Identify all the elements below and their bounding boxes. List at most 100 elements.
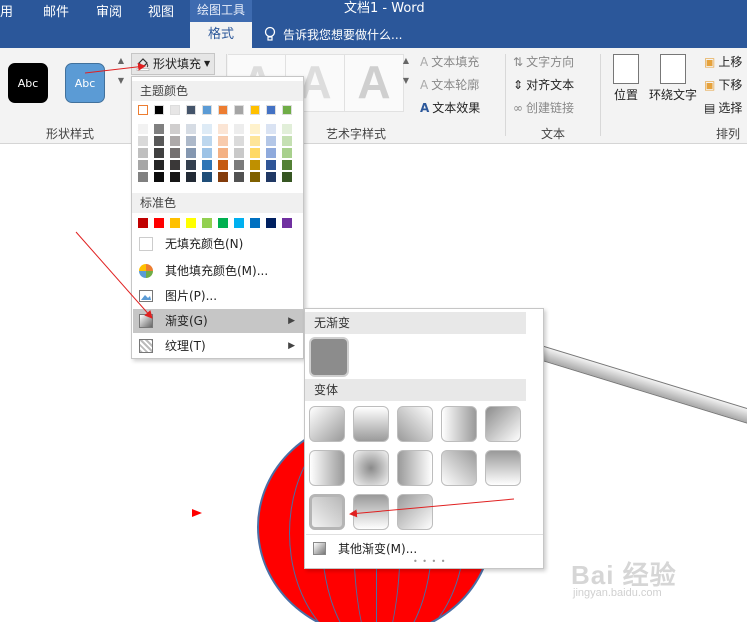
align-text-button[interactable]: ⇕ 对齐文本	[513, 75, 574, 95]
tint-swatch[interactable]	[282, 172, 292, 182]
tint-swatch[interactable]	[170, 136, 180, 146]
tab-format[interactable]: 格式	[190, 22, 252, 48]
tint-swatch[interactable]	[266, 136, 276, 146]
wordart-scroll-down[interactable]: ▼	[400, 76, 412, 92]
tint-swatch[interactable]	[218, 124, 228, 134]
tint-swatch[interactable]	[154, 160, 164, 170]
tint-swatch[interactable]	[266, 148, 276, 158]
resize-grip-icon[interactable]: • • • •	[413, 557, 447, 566]
gradient-variant[interactable]	[353, 406, 389, 442]
tint-swatch[interactable]	[218, 172, 228, 182]
tab-review[interactable]: 审阅	[96, 0, 122, 26]
standard-color-swatch[interactable]	[266, 218, 276, 228]
tint-swatch[interactable]	[282, 160, 292, 170]
theme-color-swatch[interactable]	[186, 105, 196, 115]
shape-style-black[interactable]: Abc	[8, 63, 48, 103]
gradient-variant[interactable]	[441, 406, 477, 442]
bring-forward-button[interactable]: ▣ 上移	[704, 52, 742, 72]
text-fill-button[interactable]: A 文本填充	[420, 52, 479, 72]
tint-swatch[interactable]	[170, 124, 180, 134]
tint-swatch[interactable]	[218, 136, 228, 146]
tint-swatch[interactable]	[186, 172, 196, 182]
tint-swatch[interactable]	[154, 124, 164, 134]
tint-swatch[interactable]	[202, 136, 212, 146]
tint-swatch[interactable]	[282, 148, 292, 158]
tint-swatch[interactable]	[282, 136, 292, 146]
more-gradients-item[interactable]: 其他渐变(M)...	[306, 539, 543, 559]
tint-swatch[interactable]	[186, 160, 196, 170]
tint-swatch[interactable]	[250, 148, 260, 158]
tint-swatch[interactable]	[154, 136, 164, 146]
no-fill-item[interactable]: 无填充颜色(N)	[133, 232, 303, 256]
tint-swatch[interactable]	[138, 136, 148, 146]
standard-color-swatch[interactable]	[218, 218, 228, 228]
theme-color-swatch[interactable]	[154, 105, 164, 115]
shape-fill-button[interactable]: 形状填充 ▼	[131, 53, 216, 75]
selection-pane-button[interactable]: ▤ 选择	[704, 98, 742, 118]
standard-color-swatch[interactable]	[138, 218, 148, 228]
tint-swatch[interactable]	[250, 160, 260, 170]
create-link-button[interactable]: ∞ 创建链接	[513, 98, 574, 118]
tint-swatch[interactable]	[266, 172, 276, 182]
tint-swatch[interactable]	[138, 172, 148, 182]
tint-swatch[interactable]	[186, 136, 196, 146]
tint-swatch[interactable]	[266, 160, 276, 170]
tint-swatch[interactable]	[154, 148, 164, 158]
tell-me-search[interactable]: 告诉我您想要做什么...	[283, 22, 402, 48]
send-backward-button[interactable]: ▣ 下移	[704, 75, 742, 95]
gradient-variant[interactable]	[309, 450, 345, 486]
tint-swatch[interactable]	[234, 136, 244, 146]
theme-color-swatch[interactable]	[138, 105, 148, 115]
text-direction-button[interactable]: ⇅ 文字方向	[513, 52, 574, 72]
tint-swatch[interactable]	[234, 148, 244, 158]
tint-swatch[interactable]	[250, 124, 260, 134]
no-gradient-option[interactable]	[309, 337, 349, 377]
gradient-variant[interactable]	[353, 450, 389, 486]
tint-swatch[interactable]	[170, 160, 180, 170]
styles-scroll-up[interactable]: ▲	[115, 56, 127, 72]
shape-style-blue[interactable]: Abc	[65, 63, 105, 103]
theme-color-swatch[interactable]	[250, 105, 260, 115]
gradient-variant[interactable]	[397, 494, 433, 530]
texture-fill-item[interactable]: 纹理(T) ▶	[133, 334, 303, 358]
theme-color-swatch[interactable]	[266, 105, 276, 115]
tint-swatch[interactable]	[202, 160, 212, 170]
theme-color-swatch[interactable]	[218, 105, 228, 115]
more-fill-colors-item[interactable]: 其他填充颜色(M)...	[133, 259, 303, 283]
tab-view[interactable]: 视图	[148, 0, 174, 26]
standard-color-swatch[interactable]	[186, 218, 196, 228]
tint-swatch[interactable]	[218, 148, 228, 158]
theme-color-swatch[interactable]	[202, 105, 212, 115]
tint-swatch[interactable]	[202, 124, 212, 134]
standard-color-swatch[interactable]	[234, 218, 244, 228]
theme-color-swatch[interactable]	[234, 105, 244, 115]
tint-swatch[interactable]	[138, 160, 148, 170]
position-button[interactable]: 位置	[610, 54, 642, 103]
gradient-fill-item[interactable]: 渐变(G) ▶	[133, 309, 303, 333]
tint-swatch[interactable]	[138, 124, 148, 134]
wordart-scroll-up[interactable]: ▲	[400, 56, 412, 72]
tint-swatch[interactable]	[186, 124, 196, 134]
tint-swatch[interactable]	[154, 172, 164, 182]
theme-color-swatch[interactable]	[170, 105, 180, 115]
tint-swatch[interactable]	[250, 136, 260, 146]
gradient-variant[interactable]	[485, 450, 521, 486]
gradient-variant[interactable]	[397, 406, 433, 442]
tint-swatch[interactable]	[202, 172, 212, 182]
gradient-variant[interactable]	[485, 406, 521, 442]
tint-swatch[interactable]	[138, 148, 148, 158]
wordart-style-3[interactable]: A	[344, 54, 404, 112]
tint-swatch[interactable]	[202, 148, 212, 158]
tint-swatch[interactable]	[234, 124, 244, 134]
standard-color-swatch[interactable]	[250, 218, 260, 228]
standard-color-swatch[interactable]	[170, 218, 180, 228]
text-outline-button[interactable]: A 文本轮廓	[420, 75, 479, 95]
tint-swatch[interactable]	[234, 172, 244, 182]
gradient-variant-selected[interactable]	[309, 494, 345, 530]
tint-swatch[interactable]	[218, 160, 228, 170]
gradient-variant[interactable]	[441, 450, 477, 486]
tint-swatch[interactable]	[186, 148, 196, 158]
gradient-variant[interactable]	[309, 406, 345, 442]
picture-fill-item[interactable]: 图片(P)...	[133, 284, 303, 308]
standard-color-swatch[interactable]	[282, 218, 292, 228]
